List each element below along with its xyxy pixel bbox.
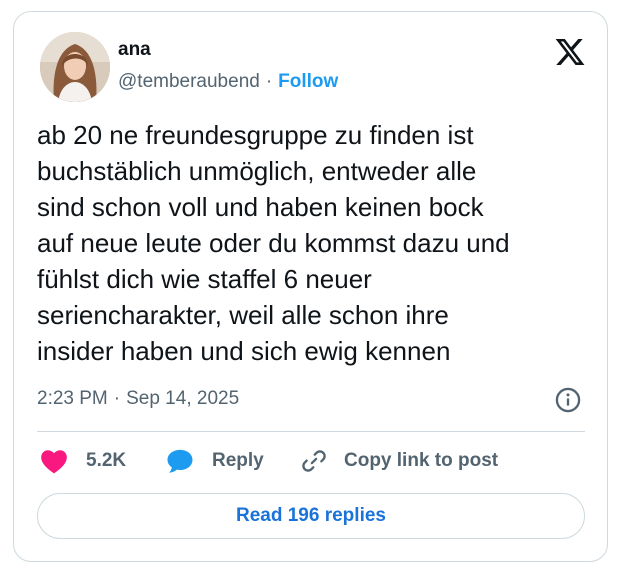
tweet-text: ab 20 ne freundesgruppe zu finden ist bu… — [37, 117, 593, 369]
author-name[interactable]: ana — [118, 38, 151, 62]
x-logo-icon[interactable] — [554, 36, 586, 68]
tweet-time: 2:23 PM — [37, 388, 108, 409]
timestamp-separator: · — [113, 388, 121, 409]
tweet-line: ab 20 ne freundesgruppe zu finden ist — [37, 120, 474, 150]
heart-icon — [40, 448, 68, 474]
read-replies-label: Read 196 replies — [236, 505, 386, 526]
tweet-date: Sep 14, 2025 — [126, 388, 240, 409]
like-count: 5.2K — [86, 450, 127, 471]
link-icon — [300, 447, 328, 475]
info-icon[interactable] — [554, 386, 582, 414]
reply-button[interactable]: Reply — [166, 446, 264, 476]
tweet-line: seriencharakter, weil alle schon ihre — [37, 300, 449, 330]
tweet-line: buchstäblich unmöglich, entweder alle — [37, 156, 477, 186]
read-replies-button[interactable]: Read 196 replies — [37, 493, 585, 539]
author-handle-row: @temberaubend · Follow — [118, 70, 338, 94]
author-handle[interactable]: @temberaubend — [118, 71, 260, 92]
tweet-line: fühlst dich wie staffel 6 neuer — [37, 264, 372, 294]
avatar[interactable] — [40, 32, 110, 102]
tweet-timestamp[interactable]: 2:23 PM · Sep 14, 2025 — [37, 387, 239, 411]
speech-bubble-icon — [166, 448, 194, 474]
reply-label: Reply — [212, 450, 264, 471]
tweet-line: insider haben und sich ewig kennen — [37, 336, 451, 366]
tweet-card: ana @temberaubend · Follow ab 20 ne freund… — [13, 11, 608, 562]
handle-separator: · — [265, 71, 273, 92]
divider — [37, 431, 585, 432]
like-button[interactable]: 5.2K — [40, 446, 126, 476]
copy-link-label: Copy link to post — [344, 450, 499, 471]
tweet-line: auf neue leute oder du kommst dazu und — [37, 228, 510, 258]
follow-button[interactable]: Follow — [278, 71, 338, 92]
tweet-line: sind schon voll und haben keinen bock — [37, 192, 484, 222]
copy-link-button[interactable]: Copy link to post — [300, 446, 498, 476]
